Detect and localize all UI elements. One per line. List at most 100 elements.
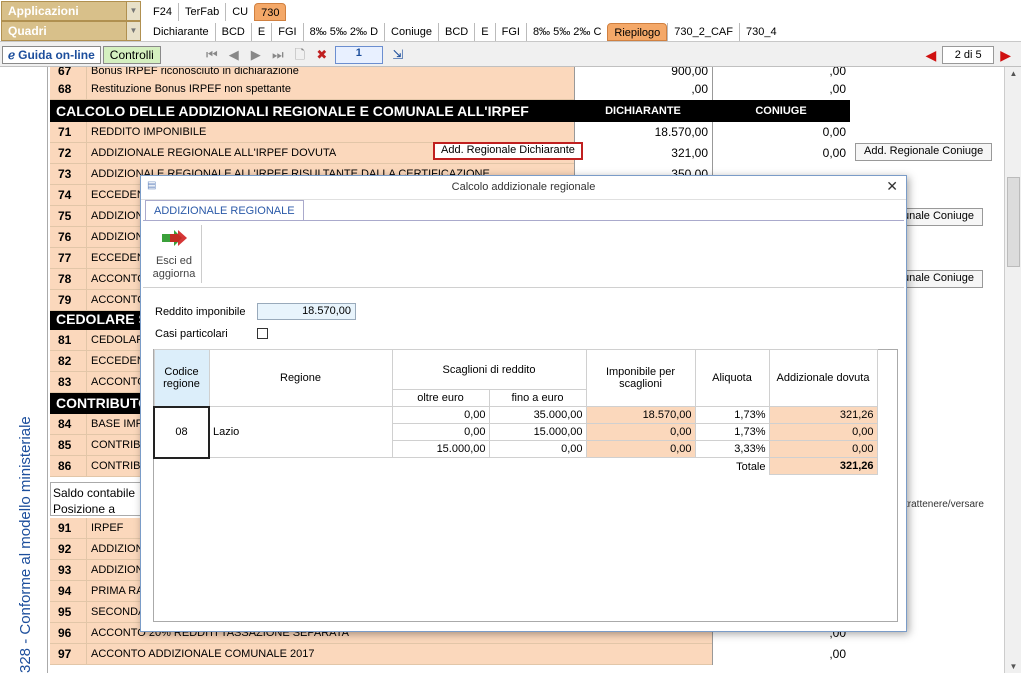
calcolo-addizionale-dialog: ▤ Calcolo addizionale regionale ✕ ADDIZI… — [140, 175, 907, 632]
imponibile-cell: 0,00 — [585, 440, 696, 458]
row-number: 73 — [58, 167, 72, 181]
add-regionale-dichiarante-button[interactable]: Add. Regionale Dichiarante — [433, 142, 583, 160]
row-desc: REDDITO IMPONIBILE — [86, 121, 574, 143]
row-number: 95 — [58, 605, 72, 619]
row-number: 97 — [58, 647, 72, 661]
row-value-coniuge[interactable]: ,00 — [712, 78, 850, 100]
tab-bcd-d[interactable]: BCD — [214, 23, 251, 41]
close-icon[interactable]: ✕ — [886, 178, 898, 195]
row-value-dichiarante[interactable]: 321,00 — [574, 142, 712, 164]
first-page-icon[interactable]: ⏮ — [205, 47, 219, 62]
regione-cell: Lazio — [208, 406, 393, 458]
go-to-page-icon[interactable]: ⇲ — [391, 47, 405, 62]
esci-aggiorna-button[interactable]: Esci ed aggiorna — [147, 229, 201, 281]
page-number-input[interactable]: 1 — [334, 45, 383, 64]
prev-page-icon[interactable]: ◀ — [227, 47, 241, 62]
row-desc: ACCONTO ADDIZIONALE COMUNALE 2017 — [86, 643, 574, 665]
aliquota-cell: 3,33% — [694, 440, 770, 458]
tab-fgi-c[interactable]: FGI — [494, 23, 526, 41]
row-value-coniuge[interactable]: 0,00 — [712, 142, 850, 164]
table-row: 08 Lazio 0,00 35.000,00 18.570,00 1,73% … — [153, 405, 878, 459]
new-page-icon[interactable]: 🗋 — [293, 47, 307, 62]
tab-730-4[interactable]: 730_4 — [739, 23, 783, 41]
tab-permille-d[interactable]: 8‰ 5‰ 2‰ D — [302, 23, 384, 41]
vertical-scrollbar[interactable]: ▲ ▼ — [1004, 67, 1021, 673]
section-title: CONTRIBUTO — [56, 395, 150, 411]
pager-prev-icon[interactable]: ◀ — [925, 47, 936, 64]
scroll-up-icon[interactable]: ▲ — [1005, 69, 1021, 78]
scroll-down-icon[interactable]: ▼ — [1005, 662, 1021, 671]
toolbar: ℯ Guida on-line Controlli ⏮ ◀ ▶ ⏭ 🗋 ✖ 1 … — [0, 43, 1021, 67]
dovuta-cell: 0,00 — [768, 423, 878, 441]
header-scaglioni: Scaglioni di reddito — [391, 349, 587, 390]
tab-dichiarante[interactable]: Dichiarante — [147, 23, 215, 41]
pager-next-icon[interactable]: ▶ — [1000, 47, 1011, 64]
row-value-dichiarante[interactable]: 18.570,00 — [574, 121, 712, 143]
tab-permille-c[interactable]: 8‰ 5‰ 2‰ C — [525, 23, 607, 41]
row-value[interactable]: ,00 — [712, 643, 850, 665]
codice-cell[interactable]: 08 — [153, 405, 210, 459]
dialog-titlebar: ▤ Calcolo addizionale regionale ✕ — [141, 176, 906, 200]
tab-e-d[interactable]: E — [250, 23, 271, 41]
col-dichiarante: DICHIARANTE — [605, 105, 681, 117]
chevron-down-icon[interactable]: ▼ — [126, 1, 140, 20]
row-number: 77 — [58, 251, 72, 265]
acconto-comunale-coniuge-button[interactable]: unale Coniuge — [900, 270, 983, 288]
controlli-button[interactable]: Controlli — [102, 45, 161, 64]
pager: ◀ 2 di 5 ▶ — [925, 46, 1011, 64]
row-value-dichiarante[interactable]: ,00 — [574, 78, 712, 100]
tab-addizionale-regionale[interactable]: ADDIZIONALE REGIONALE — [145, 200, 304, 221]
tab-riepilogo[interactable]: Riepilogo — [607, 23, 668, 41]
dovuta-cell: 321,26 — [768, 406, 878, 424]
tab-fgi-d[interactable]: FGI — [271, 23, 302, 41]
row-number: 81 — [58, 333, 72, 347]
oltre-cell: 0,00 — [391, 423, 490, 441]
casi-particolari-checkbox[interactable] — [257, 328, 268, 339]
tab-730-2-caf[interactable]: 730_2_CAF — [667, 23, 739, 41]
esci-label: Esci ed aggiorna — [152, 255, 196, 280]
tab-730[interactable]: 730 — [254, 2, 287, 21]
quadri-label: Quadri — [8, 24, 47, 38]
row-number: 78 — [58, 272, 72, 286]
form-row: 68 Restituzione Bonus IRPEF non spettant… — [50, 78, 850, 100]
tab-bcd-c[interactable]: BCD — [438, 23, 474, 41]
guida-online-button[interactable]: ℯ Guida on-line — [2, 45, 101, 64]
app-tabs: F24 TerFab CU 730 — [147, 1, 287, 21]
next-page-icon[interactable]: ▶ — [249, 47, 263, 62]
conforme-text: 328 - Conforme al modello ministeriale — [17, 416, 34, 673]
row-number: 85 — [58, 438, 72, 452]
chevron-down-icon[interactable]: ▼ — [126, 22, 140, 40]
tab-coniuge[interactable]: Coniuge — [384, 23, 438, 41]
row-number: 96 — [58, 626, 72, 640]
fino-cell: 0,00 — [488, 440, 587, 458]
add-comunale-coniuge-button[interactable]: unale Coniuge — [900, 208, 983, 226]
delete-page-icon[interactable]: ✖ — [315, 47, 329, 62]
tab-e-c[interactable]: E — [474, 23, 494, 41]
row-value-coniuge[interactable]: 0,00 — [712, 121, 850, 143]
header-aliquota: Aliquota — [694, 349, 770, 407]
reddito-input[interactable]: 18.570,00 — [257, 303, 356, 320]
oltre-cell: 0,00 — [391, 406, 490, 424]
reddito-label: Reddito imponibile — [155, 306, 246, 318]
header-fino: fino a euro — [488, 389, 587, 407]
imponibile-cell: 0,00 — [585, 423, 696, 441]
scroll-thumb[interactable] — [1007, 177, 1020, 267]
tab-cu[interactable]: CU — [225, 2, 254, 21]
applicazioni-dropdown[interactable]: Applicazioni ▼ — [1, 0, 141, 21]
add-regionale-coniuge-button[interactable]: Add. Regionale Coniuge — [855, 143, 993, 161]
row-number: 79 — [58, 293, 72, 307]
header-oltre: oltre euro — [391, 389, 490, 407]
form-row: 71 REDDITO IMPONIBILE 18.570,00 0,00 — [50, 121, 850, 143]
tab-f24[interactable]: F24 — [147, 3, 178, 21]
top-row-applications: Applicazioni ▼ F24 TerFab CU 730 — [0, 0, 1021, 21]
last-page-icon[interactable]: ⏭ — [271, 47, 285, 62]
quadri-dropdown[interactable]: Quadri ▼ — [1, 21, 141, 41]
top-row-quadri: Quadri ▼ Dichiarante BCD E FGI 8‰ 5‰ 2‰ … — [0, 21, 1021, 42]
tab-terfab[interactable]: TerFab — [177, 2, 225, 21]
row-number: 86 — [58, 459, 72, 473]
help-icon: ℯ — [8, 47, 16, 62]
ribbon-separator — [201, 225, 202, 283]
dovuta-cell: 0,00 — [768, 440, 878, 458]
row-number: 91 — [58, 521, 72, 535]
row-number: 72 — [58, 146, 72, 160]
